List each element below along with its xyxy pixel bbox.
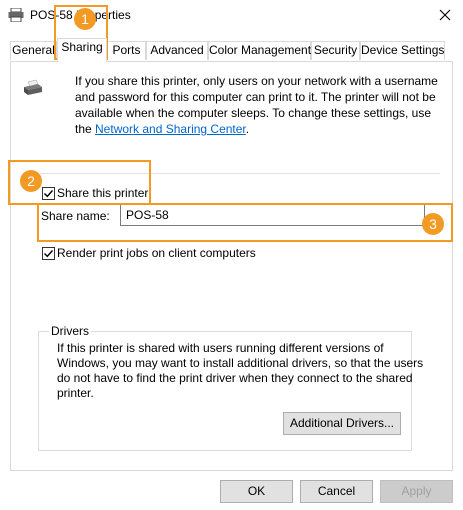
- ok-button[interactable]: OK: [220, 480, 293, 503]
- network-sharing-center-link[interactable]: Network and Sharing Center: [95, 122, 246, 136]
- tab-device-settings[interactable]: Device Settings: [360, 41, 445, 60]
- tab-general[interactable]: General: [10, 41, 57, 60]
- callout-badge-3: 3: [422, 213, 444, 235]
- close-button[interactable]: [432, 4, 458, 26]
- info-suffix: .: [245, 122, 250, 136]
- apply-button[interactable]: Apply: [380, 480, 453, 503]
- sharing-info-text: If you share this printer, only users on…: [75, 73, 445, 137]
- callout-badge-2: 2: [20, 170, 42, 192]
- printer-icon: [24, 79, 42, 95]
- render-jobs-checkbox[interactable]: [42, 247, 55, 260]
- close-icon: [439, 9, 451, 21]
- tab-sharing[interactable]: Sharing: [57, 38, 107, 62]
- drivers-description: If this printer is shared with users run…: [57, 341, 424, 400]
- printer-icon: [8, 8, 24, 22]
- render-jobs-label[interactable]: Render print jobs on client computers: [57, 246, 256, 260]
- tab-color-management[interactable]: Color Management: [208, 41, 311, 60]
- additional-drivers-button[interactable]: Additional Drivers...: [283, 412, 401, 435]
- tab-strip: General Sharing Ports Advanced Color Man…: [0, 38, 463, 62]
- callout-box-share-name: [37, 203, 453, 242]
- tab-ports[interactable]: Ports: [107, 41, 146, 60]
- tab-security[interactable]: Security: [311, 41, 360, 60]
- drivers-group-title: Drivers: [49, 324, 91, 338]
- callout-badge-1: 1: [74, 8, 96, 30]
- tab-advanced[interactable]: Advanced: [146, 41, 208, 60]
- check-icon: [44, 250, 54, 258]
- cancel-button[interactable]: Cancel: [300, 480, 373, 503]
